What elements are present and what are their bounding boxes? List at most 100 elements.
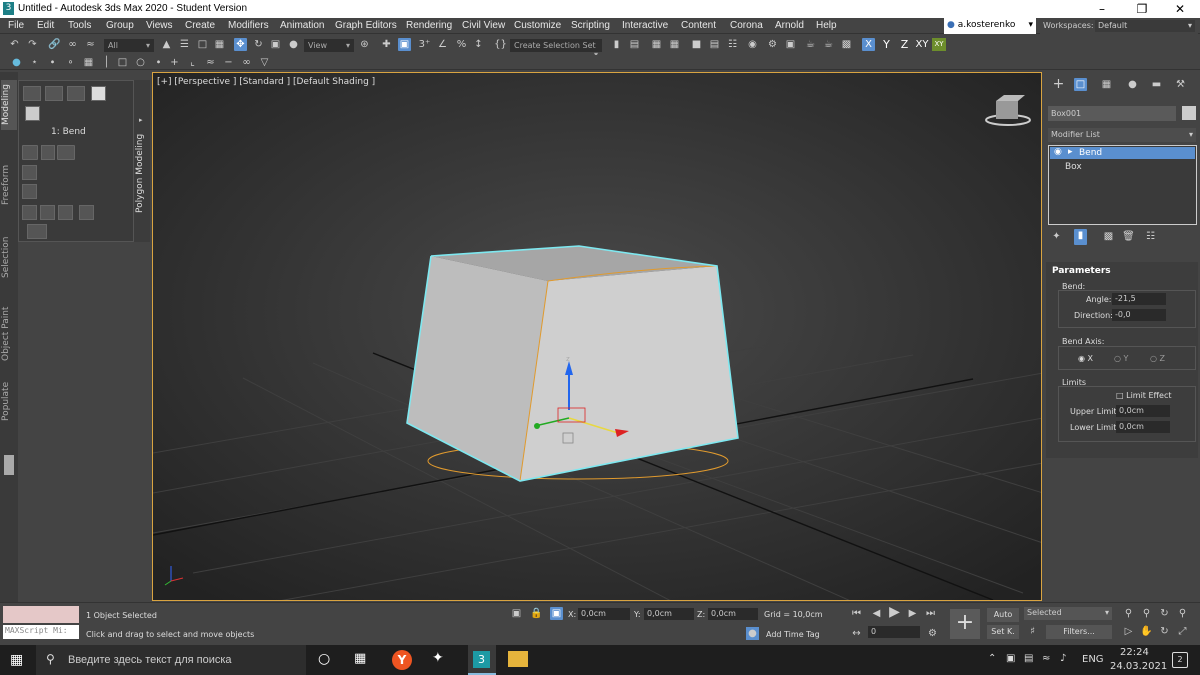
graphite-icon[interactable]: ■ (690, 38, 703, 51)
selection-set-dropdown[interactable]: Create Selection Set▾ (510, 39, 602, 59)
menu-corona[interactable]: Corona (730, 20, 763, 31)
object-color-swatch[interactable] (1182, 106, 1196, 120)
stack-unique-icon[interactable] (57, 145, 75, 160)
yandex-browser-icon[interactable]: Y (392, 650, 412, 670)
key-mode-toggle-icon[interactable]: ♯ (1026, 625, 1039, 638)
scene-explorer-icon[interactable]: ▦ (668, 38, 681, 51)
taskbar-3dsmax[interactable]: 3 (468, 645, 496, 675)
circle-icon[interactable]: ○ (134, 56, 147, 69)
axis-constraint-icon[interactable]: XY (932, 38, 946, 51)
ribbon-tool-icon[interactable] (22, 184, 37, 199)
dot-icon[interactable]: ∙ (152, 56, 165, 69)
ribbon-tool-icon[interactable] (58, 205, 73, 220)
windows-start-icon[interactable]: ▦ (10, 652, 26, 668)
pin-stack-icon[interactable]: ✦ (1050, 230, 1063, 243)
material-editor-icon[interactable]: ◉ (746, 38, 759, 51)
next-frame-icon[interactable]: ▶ (906, 607, 919, 620)
chevron-up-icon[interactable]: ⌃ (988, 653, 996, 664)
menu-arnold[interactable]: Arnold (775, 20, 804, 31)
key-filter-dropdown[interactable]: Selected ▾ (1024, 607, 1112, 620)
percent-snap-icon[interactable]: % (455, 38, 468, 51)
ribbon-tool-icon[interactable] (79, 205, 94, 220)
undo-icon[interactable]: ↶ (8, 38, 21, 51)
menu-interactive[interactable]: Interactive (622, 20, 668, 31)
menu-help[interactable]: Help (816, 20, 837, 31)
goto-end-icon[interactable]: ⏭ (924, 607, 937, 620)
edge-icon[interactable]: ∘ (64, 56, 77, 69)
radio-z[interactable]: ○ Z (1150, 354, 1165, 363)
tray-device-icon[interactable]: ▣ (1006, 653, 1015, 664)
pivot-center-icon[interactable]: ⊛ (358, 38, 371, 51)
tab-modeling[interactable]: Modeling (1, 80, 17, 130)
isolate-icon[interactable]: ▣ (510, 607, 523, 620)
modifier-list-dropdown[interactable]: Modifier List ▾ (1048, 128, 1196, 142)
axis-y-button[interactable]: Y (880, 38, 893, 51)
unlink-icon[interactable]: ∞ (66, 38, 79, 51)
task-view-icon[interactable]: ▦ (354, 651, 366, 666)
ribbon-tool-icon[interactable] (22, 205, 37, 220)
prev-frame-icon[interactable]: ◀ (870, 607, 883, 620)
loop-icon[interactable]: ∞ (240, 56, 253, 69)
trash-icon[interactable]: 🗑 (1122, 230, 1135, 243)
spinner-snap-icon[interactable]: ↕ (472, 38, 485, 51)
menu-views[interactable]: Views (146, 20, 173, 31)
clock-date[interactable]: 24.03.2021 (1110, 661, 1167, 672)
wave-icon[interactable]: ≈ (204, 56, 217, 69)
volume-icon[interactable]: ♪ (1060, 653, 1066, 664)
x-coord-field[interactable]: 0,0cm (578, 608, 630, 620)
select-manipulate-icon[interactable]: ✚ (380, 38, 393, 51)
place-icon[interactable]: ● (287, 38, 300, 51)
axis-x-button[interactable]: X (862, 38, 875, 51)
time-config-icon[interactable]: ⚙ (926, 627, 939, 640)
menu-rendering[interactable]: Rendering (406, 20, 452, 31)
time-tag-icon[interactable]: ● (746, 627, 759, 640)
utilities-tab-icon[interactable]: ⚒ (1174, 78, 1187, 91)
menu-edit[interactable]: Edit (37, 20, 54, 31)
app-star-icon[interactable]: ✦ (432, 650, 444, 666)
selection-filter-dropdown[interactable]: All ▾ (104, 39, 154, 52)
configure-sets-icon[interactable]: ☷ (1144, 230, 1157, 243)
render-iterative-icon[interactable]: ☕ (822, 38, 835, 51)
maxscript-mini-listener[interactable]: MAXScript Mi: (3, 625, 79, 639)
ribbon-toggle-icon[interactable] (4, 455, 14, 475)
zoom-icon[interactable]: ⚲ (1122, 607, 1135, 620)
goto-start-icon[interactable]: ⏮ (850, 607, 863, 620)
zoom-all-icon[interactable]: ⚲ (1140, 607, 1153, 620)
angle-snap-icon[interactable]: ∠ (436, 38, 449, 51)
orbit-subobject-icon[interactable]: ↻ (1158, 625, 1171, 638)
axis-xy-button[interactable]: XY (914, 38, 930, 51)
menu-civil-view[interactable]: Civil View (462, 20, 505, 31)
polygon-modeling-tab[interactable]: Polygon Modeling ▸ (134, 80, 150, 242)
show-end-result-icon[interactable]: ▮ (1074, 229, 1087, 245)
clock-time[interactable]: 22:24 (1120, 647, 1149, 658)
create-tab-icon[interactable]: + (1052, 77, 1065, 91)
close-icon[interactable]: ✕ (1160, 0, 1200, 18)
snap-icon[interactable]: ⋆ (28, 56, 41, 69)
snaps-toggle-icon[interactable]: 3⁺ (418, 38, 431, 51)
key-mode-icon[interactable]: ↔ (850, 627, 863, 640)
rotate-icon[interactable]: ↻ (252, 38, 265, 51)
maxscript-listener[interactable] (3, 606, 79, 623)
grid-icon[interactable]: ▦ (82, 56, 95, 69)
lock-icon[interactable]: 🔒 (530, 607, 543, 620)
menu-create[interactable]: Create (185, 20, 215, 31)
maximize-icon[interactable]: ❐ (1122, 0, 1162, 18)
maximize-viewport-icon[interactable]: ⤢ (1176, 625, 1189, 638)
funnel-icon[interactable]: ▽ (258, 56, 271, 69)
motion-tab-icon[interactable]: ● (1126, 78, 1139, 91)
redo-icon[interactable]: ↷ (26, 38, 39, 51)
stack-show-icon[interactable] (41, 145, 55, 160)
menu-tools[interactable]: Tools (68, 20, 91, 31)
direction-spinner[interactable]: -0,0 (1112, 309, 1166, 321)
layer-manager-icon[interactable]: ▦ (650, 38, 663, 51)
set-key-button[interactable]: Set K. (987, 625, 1019, 639)
wifi-icon[interactable]: ≈ (1042, 653, 1050, 664)
tab-populate[interactable]: Populate (1, 378, 17, 424)
add-time-tag[interactable]: Add Time Tag (766, 630, 820, 639)
select-object-icon[interactable]: ▲ (160, 38, 173, 51)
taskbar-search[interactable]: ⚲ Введите здесь текст для поиска (36, 645, 306, 675)
stack-item-box[interactable]: Box (1065, 162, 1082, 172)
menu-animation[interactable]: Animation (280, 20, 324, 31)
set-key-big-icon[interactable]: + (950, 609, 980, 639)
radio-y[interactable]: ○ Y (1114, 354, 1128, 363)
